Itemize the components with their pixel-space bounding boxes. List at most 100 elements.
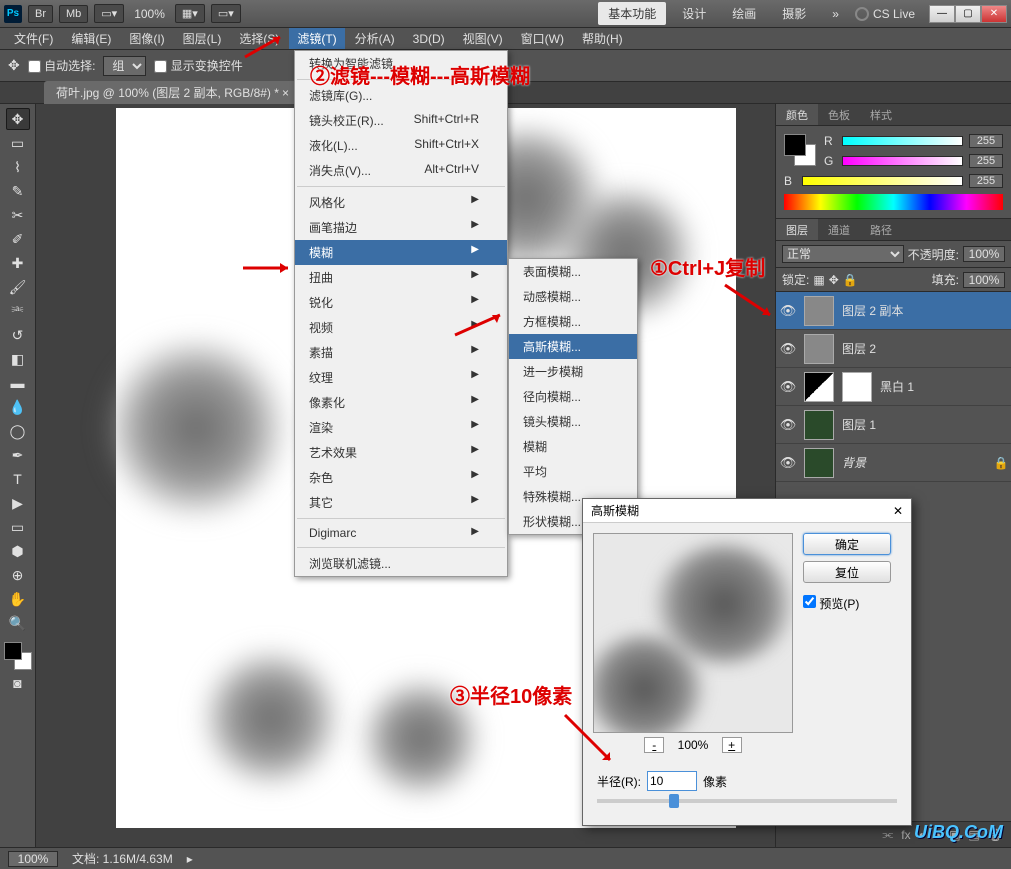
layer-fx-icon[interactable]: fx (901, 828, 910, 842)
layer-name[interactable]: 背景 (838, 454, 991, 471)
menu-w[interactable]: 窗口(W) (513, 28, 572, 49)
brush-tool[interactable]: 🖌 (6, 276, 30, 298)
cancel-button[interactable]: 复位 (803, 561, 891, 583)
eyedropper-tool[interactable]: ✐ (6, 228, 30, 250)
workspace-more[interactable]: » (822, 4, 849, 24)
menuitem-模糊[interactable]: 模糊▶ (295, 240, 507, 265)
tab-styles[interactable]: 样式 (860, 104, 902, 125)
visibility-icon[interactable]: 👁 (776, 341, 800, 357)
history-brush-tool[interactable]: ↺ (6, 324, 30, 346)
menuitem-方框模糊[interactable]: 方框模糊... (509, 309, 637, 334)
status-zoom-input[interactable] (8, 851, 58, 867)
menuitem-动感模糊[interactable]: 动感模糊... (509, 284, 637, 309)
visibility-icon[interactable]: 👁 (776, 379, 800, 395)
dialog-close-icon[interactable]: ✕ (893, 504, 903, 518)
layer-name[interactable]: 图层 2 (838, 340, 1011, 357)
layer-row[interactable]: 👁背景🔒 (776, 444, 1011, 482)
extras-button[interactable]: ▭▾ (211, 4, 241, 23)
eraser-tool[interactable]: ◧ (6, 348, 30, 370)
menuitem-像素化[interactable]: 像素化▶ (295, 390, 507, 415)
menuitem-风格化[interactable]: 风格化▶ (295, 190, 507, 215)
maximize-button[interactable]: ▢ (955, 5, 981, 23)
menuitem-消失点V[interactable]: 消失点(V)...Alt+Ctrl+V (295, 158, 507, 183)
layer-name[interactable]: 图层 2 副本 (838, 302, 1011, 319)
quickmask-toggle[interactable]: ◙ (6, 672, 30, 694)
menuitem-镜头模糊[interactable]: 镜头模糊... (509, 409, 637, 434)
layer-row[interactable]: 👁 图层 2 (776, 330, 1011, 368)
radius-slider[interactable] (597, 799, 897, 803)
hand-tool[interactable]: ✋ (6, 588, 30, 610)
zoom-in-button[interactable]: + (722, 737, 742, 753)
workspace-design[interactable]: 设计 (672, 2, 716, 25)
gradient-tool[interactable]: ▬ (6, 372, 30, 394)
fill-input[interactable] (963, 272, 1005, 288)
shape-tool[interactable]: ▭ (6, 516, 30, 538)
preview-checkbox[interactable]: 预览(P) (803, 595, 891, 612)
status-arrow-icon[interactable]: ▸ (187, 852, 193, 866)
menuitem-进一步模糊[interactable]: 进一步模糊 (509, 359, 637, 384)
menu-l[interactable]: 图层(L) (175, 28, 230, 49)
g-input[interactable] (969, 154, 1003, 168)
close-tab-icon[interactable]: × (282, 86, 289, 100)
menu-a[interactable]: 分析(A) (347, 28, 403, 49)
menuitem-液化L[interactable]: 液化(L)...Shift+Ctrl+X (295, 133, 507, 158)
3d-camera-tool[interactable]: ⊕ (6, 564, 30, 586)
layer-row[interactable]: 👁图层 2 副本 (776, 292, 1011, 330)
menuitem-高斯模糊[interactable]: 高斯模糊... (509, 334, 637, 359)
lock-position-icon[interactable]: ✥ (829, 273, 839, 287)
tab-layers[interactable]: 图层 (776, 219, 818, 240)
dialog-preview[interactable] (593, 533, 793, 733)
document-tab[interactable]: 荷叶.jpg @ 100% (图层 2 副本, RGB/8#) * × (44, 81, 301, 104)
menu-v[interactable]: 视图(V) (455, 28, 511, 49)
menuitem-渲染[interactable]: 渲染▶ (295, 415, 507, 440)
layer-thumbnail[interactable] (804, 296, 834, 326)
tab-color[interactable]: 颜色 (776, 104, 818, 125)
radius-input[interactable] (647, 771, 697, 791)
close-button[interactable]: ✕ (981, 5, 1007, 23)
menu-dd[interactable]: 3D(D) (405, 30, 453, 48)
healing-tool[interactable]: ✚ (6, 252, 30, 274)
r-input[interactable] (969, 134, 1003, 148)
menu-f[interactable]: 文件(F) (6, 28, 61, 49)
workspace-photography[interactable]: 摄影 (772, 2, 816, 25)
menuitem-表面模糊[interactable]: 表面模糊... (509, 259, 637, 284)
bridge-button[interactable]: Br (28, 5, 53, 23)
layer-row[interactable]: 👁 黑白 1 (776, 368, 1011, 406)
arrange-button[interactable]: ▦▾ (175, 4, 205, 23)
menuitem-杂色[interactable]: 杂色▶ (295, 465, 507, 490)
layer-name[interactable]: 图层 1 (838, 416, 1011, 433)
layer-thumbnail[interactable] (804, 448, 834, 478)
layer-mask-thumbnail[interactable] (842, 372, 872, 402)
visibility-icon[interactable]: 👁 (776, 455, 800, 471)
menuitem-其它[interactable]: 其它▶ (295, 490, 507, 515)
minimize-button[interactable]: — (929, 5, 955, 23)
type-tool[interactable]: T (6, 468, 30, 490)
lock-pixels-icon[interactable]: ▦ (813, 273, 824, 287)
menuitem-画笔描边[interactable]: 画笔描边▶ (295, 215, 507, 240)
auto-select-type[interactable]: 组 (103, 56, 146, 76)
layer-row[interactable]: 👁图层 1 (776, 406, 1011, 444)
layer-name[interactable]: 黑白 1 (876, 378, 1011, 395)
menuitem-素描[interactable]: 素描▶ (295, 340, 507, 365)
r-slider[interactable] (842, 136, 963, 146)
menuitem-平均[interactable]: 平均 (509, 459, 637, 484)
lasso-tool[interactable]: ⌇ (6, 156, 30, 178)
menuitem-Digimarc[interactable]: Digimarc▶ (295, 522, 507, 544)
marquee-tool[interactable]: ▭ (6, 132, 30, 154)
b-slider[interactable] (802, 176, 963, 186)
tab-swatches[interactable]: 色板 (818, 104, 860, 125)
menuitem-纹理[interactable]: 纹理▶ (295, 365, 507, 390)
menuitem-镜头校正R[interactable]: 镜头校正(R)...Shift+Ctrl+R (295, 108, 507, 133)
lock-all-icon[interactable]: 🔒 (843, 273, 858, 287)
menuitem-艺术效果[interactable]: 艺术效果▶ (295, 440, 507, 465)
g-slider[interactable] (842, 156, 963, 166)
workspace-painting[interactable]: 绘画 (722, 2, 766, 25)
menuitem-模糊[interactable]: 模糊 (509, 434, 637, 459)
stamp-tool[interactable]: ⎃ (6, 300, 30, 322)
menu-e[interactable]: 编辑(E) (63, 28, 119, 49)
screen-mode-button[interactable]: ▭▾ (94, 4, 124, 23)
tab-channels[interactable]: 通道 (818, 219, 860, 240)
3d-tool[interactable]: ⬢ (6, 540, 30, 562)
zoom-level[interactable]: 100% (134, 7, 165, 21)
layer-thumbnail[interactable] (804, 372, 834, 402)
